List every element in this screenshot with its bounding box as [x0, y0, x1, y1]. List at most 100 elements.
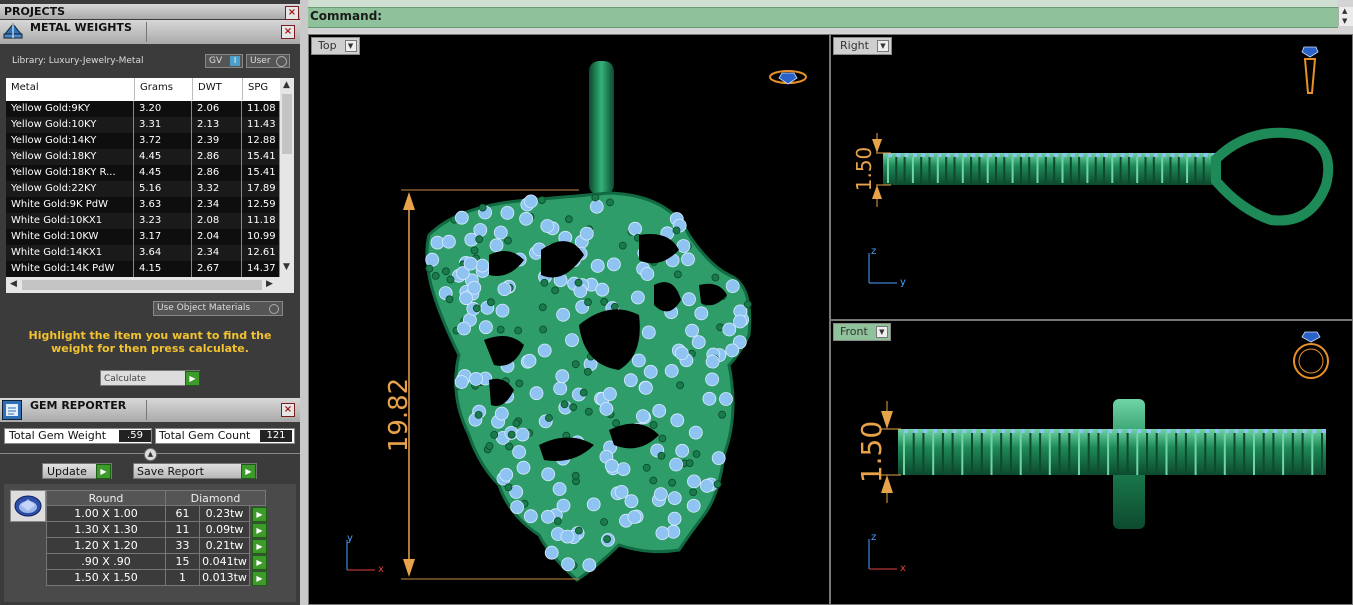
gem-top — [1040, 429, 1045, 433]
metal-table-row[interactable]: White Gold:14K PdW 4.15 2.67 14.37 — [6, 261, 280, 277]
gem-top — [1263, 429, 1268, 433]
gem-top — [946, 153, 951, 157]
command-up-icon[interactable]: ▲ — [1342, 7, 1347, 15]
dimension-text: 1.50 — [855, 421, 888, 483]
diamond-gem — [700, 478, 714, 493]
ridge-line — [1028, 157, 1031, 183]
viewport-front[interactable]: Front ▼ 1.50 z x — [830, 320, 1353, 605]
header-metal[interactable]: Metal — [11, 82, 39, 93]
diamond-gem — [664, 363, 679, 378]
gem-row-go-icon[interactable]: ▶ — [252, 539, 267, 554]
calculate-go-icon[interactable]: ▶ — [185, 371, 200, 386]
ridge-line — [995, 157, 997, 183]
gem-top — [929, 153, 934, 157]
gem-row-go-icon[interactable]: ▶ — [252, 555, 267, 570]
header-grams[interactable]: Grams — [140, 82, 173, 93]
command-scroll[interactable]: ▲ ▼ — [1338, 7, 1353, 26]
metal-bead — [571, 471, 580, 480]
metal-table-row[interactable]: White Gold:10KX1 3.23 2.08 11.18 — [6, 213, 280, 229]
diamond-gem — [541, 467, 556, 482]
gem-row-go-icon[interactable]: ▶ — [252, 523, 267, 538]
gem-top — [1178, 153, 1183, 157]
gem-row-go-icon[interactable]: ▶ — [252, 571, 267, 586]
command-label: Command: — [310, 9, 383, 23]
gem-top — [1166, 429, 1171, 433]
scroll-down-icon[interactable]: ▼ — [283, 262, 290, 272]
ridge-line — [1111, 157, 1114, 183]
metal-bead — [649, 476, 658, 485]
user-label: User — [250, 56, 271, 66]
metal-table-row[interactable]: Yellow Gold:14KY 3.72 2.39 12.88 — [6, 133, 280, 149]
diamond-gem — [522, 353, 537, 368]
gem-top — [937, 153, 942, 157]
metal-table-row[interactable]: White Gold:14KX1 3.64 2.34 12.61 — [6, 245, 280, 261]
grams-cell: 4.45 — [134, 149, 192, 165]
metal-table-row[interactable]: White Gold:10KW 3.17 2.04 10.99 — [6, 229, 280, 245]
total-gem-count-value: 121 — [260, 430, 292, 442]
ridge-line — [1116, 433, 1119, 475]
metal-table-body: Yellow Gold:9KY 3.20 2.06 11.08 Yellow Gold:… — [6, 101, 280, 277]
metal-table-header: Metal Grams DWT SPG — [6, 78, 280, 100]
diamond-gem — [705, 372, 720, 387]
metal-table-vscroll[interactable]: ▲ ▼ — [280, 78, 294, 277]
use-object-materials-toggle[interactable]: Use Object Materials — [153, 301, 283, 316]
metal-table-row[interactable]: Yellow Gold:10KY 3.31 2.13 11.43 — [6, 117, 280, 133]
scroll-left-icon[interactable]: ◀ — [10, 279, 17, 289]
gv-toggle[interactable]: GV I — [205, 54, 243, 68]
gem-top — [1069, 429, 1074, 433]
spg-cell: 11.43 — [242, 117, 280, 133]
scroll-right-icon[interactable]: ▶ — [266, 279, 273, 289]
save-report-go-icon[interactable]: ▶ — [241, 464, 256, 479]
gem-top — [1127, 429, 1132, 433]
panel-splitter[interactable] — [300, 0, 308, 605]
ridge-line — [1097, 433, 1100, 475]
update-go-icon[interactable]: ▶ — [96, 464, 111, 479]
gem-row-go-icon[interactable]: ▶ — [252, 507, 267, 522]
metal-table-row[interactable]: White Gold:9K PdW 3.63 2.34 12.59 — [6, 197, 280, 213]
diamond-gem — [641, 325, 656, 340]
metal-weights-close-button[interactable]: × — [281, 25, 295, 39]
metal-name-cell: White Gold:10KW — [6, 229, 134, 245]
diamond-gem — [643, 364, 658, 379]
diamond-gem — [500, 205, 515, 220]
grams-cell: 3.72 — [134, 133, 192, 149]
gem-reporter-close-button[interactable]: × — [281, 403, 295, 417]
metal-bead — [610, 302, 619, 311]
ridge-line — [971, 433, 973, 475]
command-line[interactable]: Command: — [308, 7, 1338, 28]
header-divider — [146, 22, 147, 42]
gem-top — [1020, 429, 1025, 433]
splitter-handle-icon[interactable]: ▲ — [144, 448, 157, 461]
metal-table-row[interactable]: Yellow Gold:18KY R... 4.45 2.86 15.41 — [6, 165, 280, 181]
header-dwt[interactable]: DWT — [198, 82, 222, 93]
metal-table-hscroll[interactable]: ◀ ▶ — [6, 277, 294, 293]
ridge-line — [1165, 433, 1168, 475]
ring-side-icon[interactable] — [1298, 43, 1322, 99]
metal-bead — [474, 410, 483, 419]
ridge-line — [1127, 157, 1130, 183]
command-down-icon[interactable]: ▼ — [1342, 17, 1347, 25]
diamond-gem — [725, 279, 740, 294]
header-spg[interactable]: SPG — [248, 82, 268, 93]
metal-name-cell: White Gold:9K PdW — [6, 197, 134, 213]
diamond-gem — [441, 234, 456, 249]
viewport-top[interactable]: Top ▼ 19.82 y x — [308, 34, 830, 605]
ring-top-icon[interactable] — [767, 65, 809, 89]
scroll-up-icon[interactable]: ▲ — [283, 80, 290, 90]
metal-table-row[interactable]: Yellow Gold:9KY 3.20 2.06 11.08 — [6, 101, 280, 117]
gem-top — [1029, 153, 1034, 157]
gem-size-cell: 1.30 X 1.30 — [46, 522, 166, 538]
grams-cell: 4.15 — [134, 261, 192, 277]
diamond-gem — [638, 380, 653, 395]
hscroll-thumb[interactable] — [22, 280, 262, 290]
ring-front-icon[interactable] — [1291, 329, 1331, 383]
metal-table-row[interactable]: Yellow Gold:18KY 4.45 2.86 15.41 — [6, 149, 280, 165]
vscroll-thumb[interactable] — [282, 94, 292, 154]
save-report-button[interactable]: Save Report — [133, 463, 257, 479]
viewport-right[interactable]: Right ▼ 1.50 z y — [830, 34, 1353, 320]
gem-weight-cell: 0.041tw — [200, 554, 250, 570]
projects-close-button[interactable]: × — [285, 6, 299, 20]
gv-label: GV — [209, 56, 223, 66]
metal-table-row[interactable]: Yellow Gold:22KY 5.16 3.32 17.89 — [6, 181, 280, 197]
user-toggle[interactable]: User — [246, 54, 290, 68]
